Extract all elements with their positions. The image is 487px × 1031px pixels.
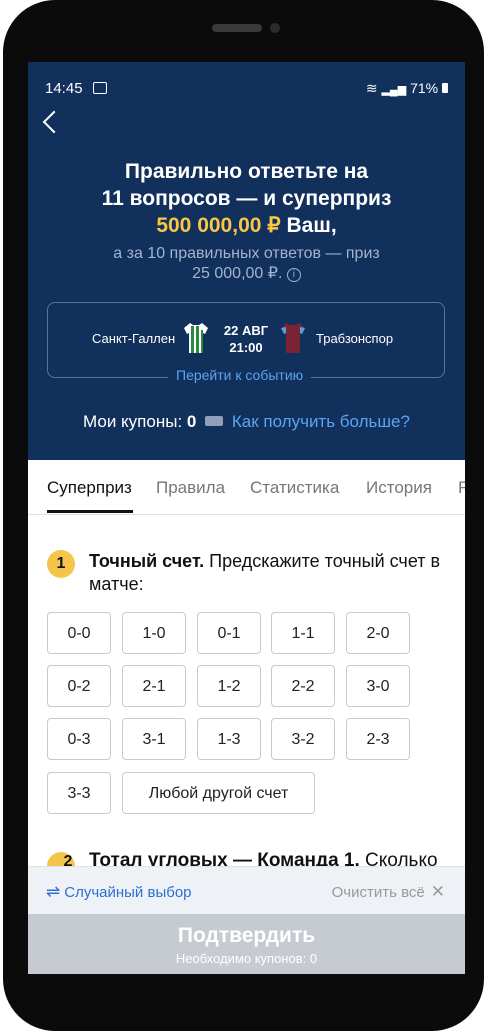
ticket-icon bbox=[205, 416, 224, 426]
close-icon: ✕ bbox=[430, 882, 445, 901]
title-line3: 500 000,00 ₽ Ваш, bbox=[28, 212, 465, 239]
question-title: Точный счет. bbox=[89, 551, 205, 571]
match-date: 22 АВГ bbox=[223, 323, 269, 338]
subtitle-line2: 25 000,00 ₽. i bbox=[28, 264, 465, 284]
score-option-any-other[interactable]: Любой другой счет bbox=[122, 772, 315, 814]
go-to-event-link[interactable]: Перейти к событию bbox=[168, 367, 312, 383]
speaker bbox=[212, 24, 262, 32]
screen: 14:45 ≋ ▂▄▆ 71% Правильно ответьте на 11… bbox=[28, 62, 465, 974]
score-option[interactable]: 3-0 bbox=[346, 665, 410, 707]
info-icon[interactable]: i bbox=[286, 268, 301, 282]
score-option[interactable]: 1-1 bbox=[271, 612, 335, 654]
home-team: Санкт-Галлен bbox=[92, 331, 176, 346]
get-more-coupons-link[interactable]: Как получить больше? bbox=[232, 412, 410, 431]
tab-statistics[interactable]: Статистика bbox=[250, 478, 339, 498]
coupons-label: Мои купоны: bbox=[83, 412, 183, 431]
signal-icon: ▂▄▆ bbox=[381, 84, 407, 96]
score-option[interactable]: 3-2 bbox=[271, 718, 335, 760]
question-number-badge: 1 bbox=[47, 550, 75, 578]
away-jersey-icon bbox=[281, 323, 305, 353]
score-option[interactable]: 2-3 bbox=[346, 718, 410, 760]
coupons-required-label: Необходимо купонов: 0 bbox=[175, 951, 318, 966]
home-jersey-icon bbox=[184, 323, 208, 353]
score-option[interactable]: 0-0 bbox=[47, 612, 111, 654]
back-arrow-icon[interactable] bbox=[42, 110, 66, 134]
score-option[interactable]: 3-3 bbox=[47, 772, 111, 814]
match-time: 21:00 bbox=[229, 340, 263, 355]
score-option[interactable]: 0-3 bbox=[47, 718, 111, 760]
score-option[interactable]: 1-2 bbox=[197, 665, 261, 707]
front-camera bbox=[270, 23, 280, 33]
random-pick-button[interactable]: ⇌ Случайный выбор bbox=[46, 882, 192, 902]
battery-icon bbox=[442, 83, 448, 93]
score-option[interactable]: 0-2 bbox=[47, 665, 111, 707]
confirm-label: Подтвердить bbox=[177, 924, 316, 947]
random-pick-label: Случайный выбор bbox=[64, 884, 192, 901]
status-time: 14:45 bbox=[45, 80, 107, 97]
shuffle-icon: ⇌ bbox=[46, 882, 61, 901]
score-option[interactable]: 3-1 bbox=[122, 718, 186, 760]
tab-superprize[interactable]: Суперприз bbox=[47, 478, 132, 498]
promo-subtitle: а за 10 правильных ответов — приз 25 000… bbox=[28, 244, 465, 284]
status-indicators: ≋ ▂▄▆ 71% bbox=[366, 80, 448, 97]
title-line1: Правильно ответьте на bbox=[124, 160, 369, 183]
prize-amount: 500 000,00 ₽ bbox=[156, 214, 281, 237]
tab-bar: Суперприз Правила Статистика История F bbox=[28, 460, 465, 515]
promo-title: Правильно ответьте на 11 вопросов — и су… bbox=[28, 158, 465, 239]
score-option[interactable]: 1-0 bbox=[122, 612, 186, 654]
image-icon bbox=[92, 82, 107, 94]
battery-level: 71% bbox=[410, 80, 439, 96]
clear-all-label: Очистить всё bbox=[331, 884, 425, 901]
clear-all-button[interactable]: Очистить всё ✕ bbox=[332, 882, 445, 902]
confirm-button[interactable]: Подтвердить Необходимо купонов: 0 bbox=[28, 914, 465, 974]
subtitle-line1: а за 10 правильных ответов — приз bbox=[113, 245, 380, 262]
tab-rules[interactable]: Правила bbox=[156, 478, 225, 498]
score-option[interactable]: 1-3 bbox=[197, 718, 261, 760]
action-bar: ⇌ Случайный выбор Очистить всё ✕ bbox=[28, 866, 465, 915]
active-tab-indicator bbox=[47, 510, 133, 513]
match-datetime: 22 АВГ 21:00 bbox=[223, 322, 269, 356]
tab-more[interactable]: F bbox=[458, 478, 465, 498]
tab-history[interactable]: История bbox=[366, 478, 432, 498]
question-text: Точный счет. Предскажите точный счет в м… bbox=[89, 550, 449, 596]
score-option[interactable]: 2-1 bbox=[122, 665, 186, 707]
subtitle-amount: 25 000,00 ₽. bbox=[192, 265, 283, 282]
away-team: Трабзонспор bbox=[316, 331, 394, 346]
phone-frame: 14:45 ≋ ▂▄▆ 71% Правильно ответьте на 11… bbox=[3, 0, 484, 1031]
score-option[interactable]: 2-2 bbox=[271, 665, 335, 707]
clock: 14:45 bbox=[45, 80, 83, 97]
title-line2: 11 вопросов — и суперприз bbox=[101, 187, 392, 210]
prize-suffix: Ваш, bbox=[280, 214, 337, 237]
wifi-icon: ≋ bbox=[365, 80, 378, 96]
score-option[interactable]: 0-1 bbox=[197, 612, 261, 654]
score-option[interactable]: 2-0 bbox=[346, 612, 410, 654]
header: 14:45 ≋ ▂▄▆ 71% Правильно ответьте на 11… bbox=[28, 62, 465, 460]
coupons-count: 0 bbox=[186, 412, 197, 431]
coupons-row: Мои купоны: 0 Как получить больше? bbox=[28, 412, 465, 432]
